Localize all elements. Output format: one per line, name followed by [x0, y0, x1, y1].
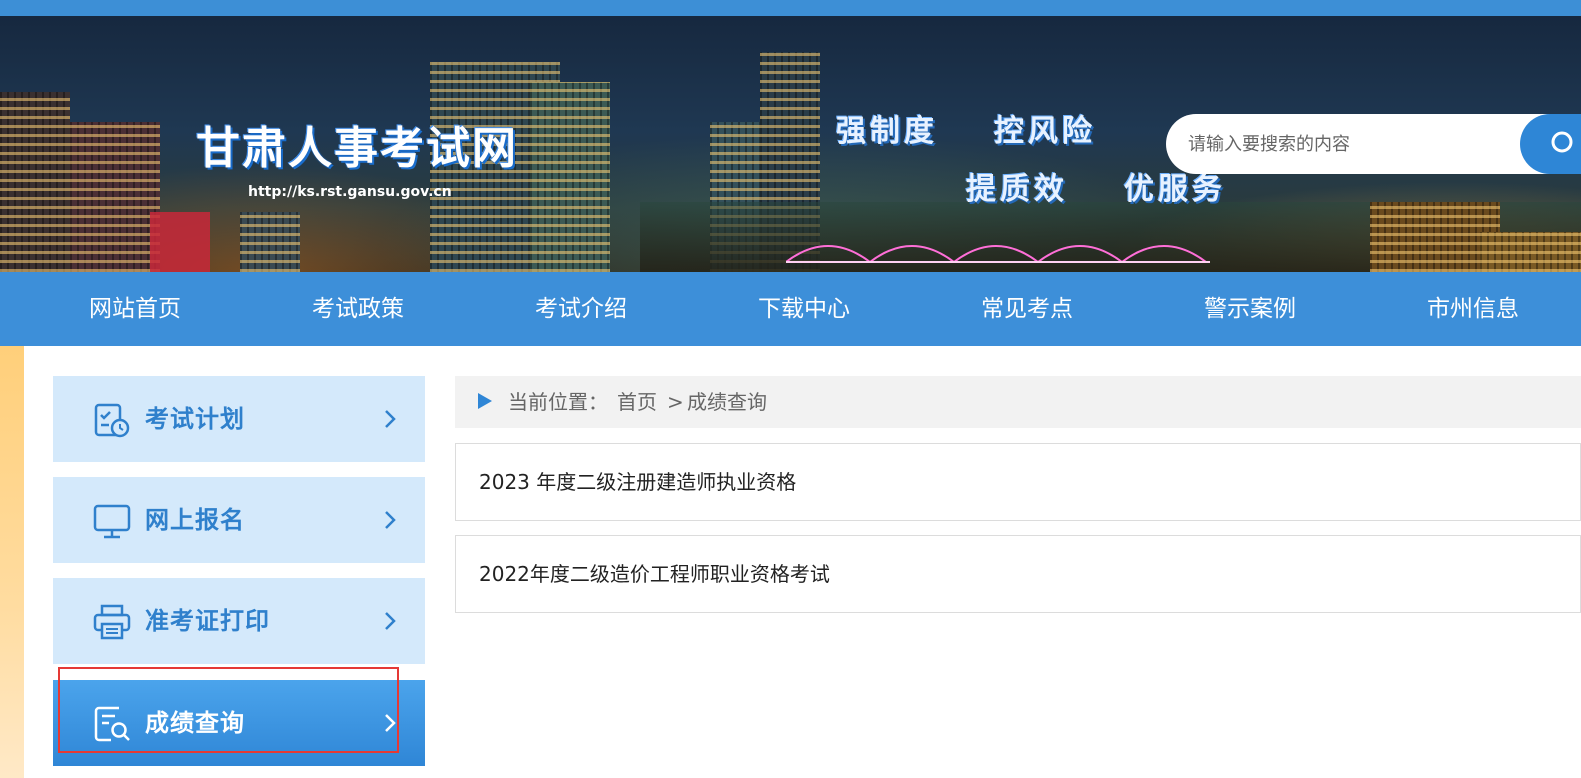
search-icon: [1551, 131, 1573, 153]
skyline-building: [530, 82, 610, 272]
skyline-building: [150, 212, 210, 272]
chevron-right-icon: [385, 612, 396, 630]
chevron-right-icon: [385, 511, 396, 529]
chevron-right-icon: [385, 714, 396, 732]
printer-icon: [93, 604, 131, 640]
list-item-title: 2022年度二级造价工程师职业资格考试: [479, 562, 830, 586]
decorative-strip: [0, 346, 24, 778]
breadcrumb-prefix: 当前位置：: [508, 390, 608, 414]
skyline-building: [1480, 232, 1581, 272]
monitor-icon: [93, 504, 131, 539]
skyline-building: [0, 92, 70, 272]
breadcrumb-current: 成绩查询: [687, 390, 767, 414]
search-button[interactable]: [1520, 114, 1581, 174]
nav-item-cities[interactable]: 市州信息: [1373, 272, 1573, 346]
skyline-building: [70, 122, 160, 272]
list-item[interactable]: 2023 年度二级注册建造师执业资格: [455, 443, 1581, 521]
nav-item-warnings[interactable]: 警示案例: [1150, 272, 1350, 346]
list-item-title: 2023 年度二级注册建造师执业资格: [479, 470, 797, 494]
site-url: http://ks.rst.gansu.gov.cn: [248, 184, 452, 200]
nav-item-home[interactable]: 网站首页: [35, 272, 235, 346]
breadcrumb-home-link[interactable]: 首页: [617, 376, 657, 428]
sidebar-item-exam-plan[interactable]: 考试计划: [53, 376, 425, 462]
top-info-bar: [0, 0, 1581, 16]
nav-item-intro[interactable]: 考试介绍: [481, 272, 681, 346]
nav-item-policy[interactable]: 考试政策: [258, 272, 458, 346]
nav-item-venues[interactable]: 常见考点: [927, 272, 1127, 346]
sidebar-item-label: 网上报名: [145, 506, 245, 534]
slogan-text: 提质效: [966, 172, 1068, 207]
breadcrumb: 当前位置： 首页 > 成绩查询: [455, 376, 1581, 428]
nav-item-download[interactable]: 下载中心: [704, 272, 904, 346]
chevron-right-icon: [385, 410, 396, 428]
sidebar-item-online-registration[interactable]: 网上报名: [53, 477, 425, 563]
calendar-clock-icon: [94, 403, 130, 438]
sidebar-item-label: 考试计划: [145, 405, 245, 433]
score-search-icon: [94, 706, 130, 742]
sidebar-item-label: 成绩查询: [145, 709, 245, 737]
bridge-illustration: [786, 245, 1210, 263]
breadcrumb-separator: >: [667, 390, 684, 414]
main-nav: 网站首页 考试政策 考试介绍 下载中心 常见考点 警示案例 市州信息: [0, 272, 1581, 346]
skyline-building: [240, 212, 300, 272]
slogan-text: 强制度: [836, 114, 938, 149]
sidebar-item-label: 准考证打印: [145, 607, 270, 635]
search-bar: [1166, 114, 1581, 174]
slogan-text: 控风险: [994, 114, 1096, 149]
site-title[interactable]: 甘肃人事考试网: [196, 112, 518, 176]
header-banner: 甘肃人事考试网 http://ks.rst.gansu.gov.cn 强制度 控…: [0, 16, 1581, 272]
sidebar-item-score-query[interactable]: 成绩查询: [53, 680, 425, 766]
play-arrow-icon: [478, 393, 492, 409]
sidebar-item-admission-print[interactable]: 准考证打印: [53, 578, 425, 664]
search-input[interactable]: [1188, 132, 1508, 156]
list-item[interactable]: 2022年度二级造价工程师职业资格考试: [455, 535, 1581, 613]
